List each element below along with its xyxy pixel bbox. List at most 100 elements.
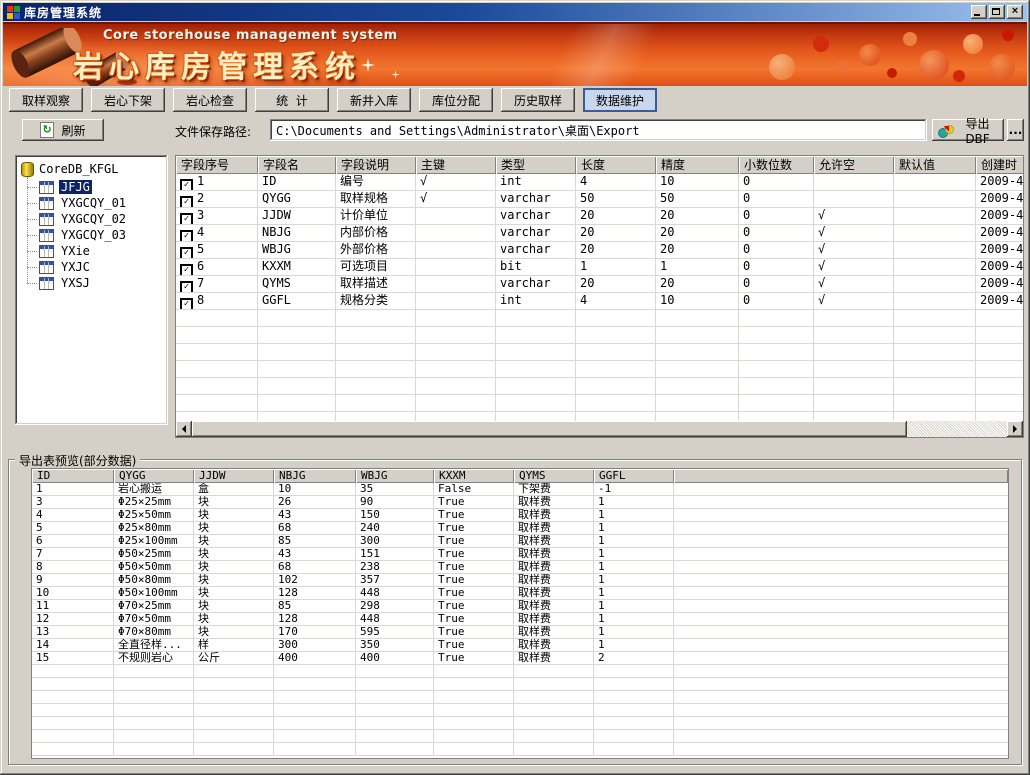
preview-column-header-7[interactable]: QYMS [514,469,594,483]
scroll-left-button[interactable] [176,421,192,437]
field-row-7[interactable]: ✓7QYMS取样描述varchar20200√2009-4- [176,276,1023,293]
fields-column-header-10[interactable]: 默认值 [894,156,976,174]
fields-column-header-9[interactable]: 允许空 [814,156,894,174]
fields-column-header-4[interactable]: 主键 [416,156,496,174]
fields-column-header-3[interactable]: 字段说明 [336,156,416,174]
preview-cell: True [434,522,514,534]
field-row-2[interactable]: ✓2QYGG取样规格√varchar505002009-4- [176,191,1023,208]
preview-row-10[interactable]: 10Φ50×100mm块128448True取样费1 [32,587,1008,600]
fields-column-header-2[interactable]: 字段名 [258,156,336,174]
cell-type: varchar [496,276,576,292]
maximize-button[interactable] [989,5,1005,19]
preview-column-header-5[interactable]: WBJG [356,469,434,483]
toolbar-button-6[interactable]: 库位分配 [419,88,493,112]
preview-row-11[interactable]: 11Φ70×25mm块85298True取样费1 [32,600,1008,613]
tree-connector [27,235,37,236]
fields-column-header-11[interactable]: 创建时 [976,156,1024,174]
field-row-8[interactable]: ✓8GGFL规格分类int4100√2009-4- [176,293,1023,310]
banner-swoosh [403,24,803,86]
scroll-right-button[interactable] [1007,421,1023,437]
window-controls: × [971,5,1023,19]
preview-cell: 样 [194,639,274,651]
refresh-button[interactable]: 刷新 [22,119,104,141]
preview-row-12[interactable]: 12Φ70×50mm块128448True取样费1 [32,613,1008,626]
field-checkbox[interactable]: ✓ [180,179,193,190]
tree-item-YXSJ[interactable]: YXSJ [27,275,168,291]
toolbar-button-2[interactable]: 岩心下架 [91,88,165,112]
tree-item-YXGCQY_02[interactable]: YXGCQY_02 [27,211,168,227]
field-checkbox[interactable]: ✓ [180,230,193,241]
preview-row-8[interactable]: 8Φ50×50mm块68238True取样费1 [32,561,1008,574]
tree-item-label: YXGCQY_03 [59,228,128,242]
field-checkbox[interactable]: ✓ [180,281,193,292]
preview-row-1[interactable]: 1岩心搬运盒1035False下架费-1 [32,483,1008,496]
browse-more-button[interactable]: ... [1007,119,1024,141]
preview-column-header-1[interactable]: ID [32,469,114,483]
banner-bubble [953,70,965,82]
export-dbf-button[interactable]: 导出DBF [932,119,1004,141]
toolbar-button-5[interactable]: 新井入库 [337,88,411,112]
cell-desc: 可选项目 [336,259,416,275]
fields-column-header-6[interactable]: 长度 [576,156,656,174]
preview-cell: 取样费 [514,574,594,586]
cell-created: 2009-4- [976,191,1023,207]
preview-cell: True [434,535,514,547]
tree-item-YXJC[interactable]: YXJC [27,259,168,275]
scrollbar-thumb[interactable] [192,421,907,437]
empty-cell [176,310,258,326]
field-checkbox[interactable]: ✓ [180,264,193,275]
close-button[interactable]: × [1007,5,1023,19]
preview-groupbox: 导出表预览(部分数据) IDQYGGJJDWNBJGWBJGKXXMQYMSGG… [8,459,1022,765]
fields-grid-hscrollbar[interactable] [176,421,1023,437]
banner-bubble [903,32,917,46]
field-checkbox[interactable]: ✓ [180,196,193,207]
tree-connector [27,251,37,252]
fields-column-header-7[interactable]: 精度 [656,156,739,174]
cell-type: varchar [496,208,576,224]
preview-row-15[interactable]: 15不规则岩心公斤400400True取样费2 [32,652,1008,665]
preview-column-header-4[interactable]: NBJG [274,469,356,483]
tree-item-YXGCQY_01[interactable]: YXGCQY_01 [27,195,168,211]
cell-name: JJDW [258,208,336,224]
toolbar-button-4[interactable]: 统 计 [255,88,329,112]
preview-row-13[interactable]: 13Φ70×80mm块170595True取样费1 [32,626,1008,639]
field-row-4[interactable]: ✓4NBJG内部价格varchar20200√2009-4- [176,225,1023,242]
file-save-path-input[interactable] [270,119,927,141]
table-icon [39,229,54,242]
field-checkbox[interactable]: ✓ [180,298,193,309]
preview-column-header-8[interactable]: GGFL [594,469,674,483]
fields-column-header-1[interactable]: 字段序号 [176,156,258,174]
preview-row-3[interactable]: 3Φ25×25mm块2690True取样费1 [32,496,1008,509]
toolbar-button-8[interactable]: 数据维护 [583,88,657,112]
field-checkbox[interactable]: ✓ [180,247,193,258]
fields-column-header-8[interactable]: 小数位数 [739,156,814,174]
preview-row-9[interactable]: 9Φ50×80mm块102357True取样费1 [32,574,1008,587]
toolbar-button-7[interactable]: 历史取样 [501,88,575,112]
tree-item-JFJG[interactable]: JFJG [27,179,168,195]
table-icon [39,213,54,226]
cell-def [894,174,976,190]
toolbar-button-3[interactable]: 岩心检查 [173,88,247,112]
preview-row-5[interactable]: 5Φ25×80mm块68240True取样费1 [32,522,1008,535]
minimize-button[interactable] [971,5,987,19]
field-checkbox[interactable]: ✓ [180,213,193,224]
preview-row-6[interactable]: 6Φ25×100mm块85300True取样费1 [32,535,1008,548]
tree-item-YXie[interactable]: YXie [27,243,168,259]
field-row-6[interactable]: ✓6KXXM可选项目bit110√2009-4- [176,259,1023,276]
preview-row-4[interactable]: 4Φ25×50mm块43150True取样费1 [32,509,1008,522]
empty-cell [258,310,336,326]
preview-column-header-3[interactable]: JJDW [194,469,274,483]
tree-item-YXGCQY_03[interactable]: YXGCQY_03 [27,227,168,243]
field-row-5[interactable]: ✓5WBJG外部价格varchar20200√2009-4- [176,242,1023,259]
tree-root-node[interactable]: CoreDB_KFGL [21,161,168,177]
toolbar-button-1[interactable]: 取样观察 [9,88,83,112]
preview-column-header-6[interactable]: KXXM [434,469,514,483]
preview-row-7[interactable]: 7Φ50×25mm块43151True取样费1 [32,548,1008,561]
preview-cell: 取样费 [514,587,594,599]
field-row-3[interactable]: ✓3JJDW计价单位varchar20200√2009-4- [176,208,1023,225]
field-row-1[interactable]: ✓1ID编号√int41002009-4- [176,174,1023,191]
scrollbar-track[interactable] [192,421,1007,437]
fields-column-header-5[interactable]: 类型 [496,156,576,174]
preview-row-14[interactable]: 14全直径样...样300350True取样费1 [32,639,1008,652]
preview-column-header-2[interactable]: QYGG [114,469,194,483]
